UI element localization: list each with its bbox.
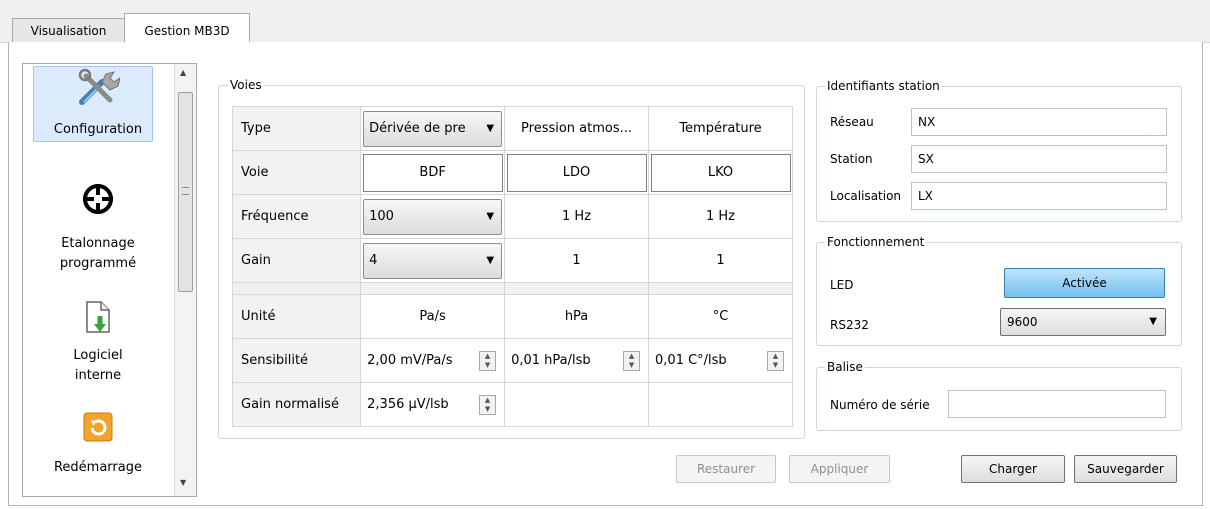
crosshair-icon [23,182,173,216]
row-header-unite: Unité [231,294,362,339]
type-cell-3: Température [648,106,793,151]
voies-table: Type Dérivée de pre ▼ Pression atmos... T… [231,106,793,427]
tools-icon [23,68,173,108]
numero-serie-label: Numéro de série [830,398,930,412]
tab-gestion-mb3d[interactable]: Gestion MB3D [124,13,250,43]
type-cell-2: Pression atmos... [504,106,650,151]
voie-field-2[interactable]: LDO [506,153,647,192]
unite-cell-2: hPa [504,294,650,339]
table-row-unite: Unité Pa/s hPa °C [231,294,793,339]
scroll-up-icon[interactable]: ▲ [180,68,186,77]
chevron-down-icon: ▼ [1149,316,1157,327]
nav-item-redemarrage[interactable]: Redémarrage [23,410,173,496]
nav-label-logiciel-1: Logiciel [73,348,123,363]
spin-arrows-icon[interactable]: ▲ ▼ [479,394,497,415]
nav-label-etalonnage-1: Etalonnage [61,236,135,251]
sensibilite-spinbox-2[interactable]: 0,01 hPa/lsb ▲ ▼ [505,340,648,382]
nav-label-etalonnage-2: programmé [59,256,137,271]
table-row-sensibilite: Sensibilité 2,00 mV/Pa/s ▲ ▼ 0,01 hPa/lsb ▲… [231,338,793,383]
table-row-type: Type Dérivée de pre ▼ Pression atmos... T… [231,106,793,151]
rs232-select[interactable]: 9600 ▼ [1000,308,1166,336]
spin-arrows-icon[interactable]: ▲ ▼ [767,350,784,371]
led-label: LED [830,278,854,292]
frequence-cell-3: 1 Hz [648,194,793,239]
row-header-gain: Gain [231,238,362,283]
reseau-label: Réseau [830,115,874,129]
chevron-down-icon: ▼ [486,210,495,222]
gain-combo-1[interactable]: 4 ▼ [363,242,503,279]
side-navigation: Configuration Etalonnage programmé Logic… [22,63,197,497]
led-activee-button[interactable]: Activée [1004,268,1165,298]
nav-item-configuration[interactable]: Configuration [23,66,173,142]
station-label: Station [830,152,873,166]
unite-cell-1: Pa/s [360,294,506,339]
sensibilite-spinbox-3[interactable]: 0,01 C°/lsb ▲ ▼ [649,340,792,382]
gain-cell-2: 1 [504,238,650,283]
chevron-down-icon: ▼ [486,254,495,266]
gain-cell-3: 1 [648,238,793,283]
sauvegarder-button[interactable]: Sauvegarder [1074,455,1177,483]
fonctionnement-title: Fonctionnement [825,235,927,249]
row-header-sensibilite: Sensibilité [231,338,362,383]
spin-arrows-icon[interactable]: ▲ ▼ [623,350,641,371]
row-header-voie: Voie [231,150,362,195]
table-row-gain-normalise: Gain normalisé 2,356 µV/lsb ▲ ▼ [231,382,793,427]
nav-label-redemarrage: Redémarrage [53,460,142,475]
spin-arrows-icon[interactable]: ▲ ▼ [479,350,497,371]
scroll-thumb[interactable] [178,92,193,292]
sensibilite-spinbox-1[interactable]: 2,00 mV/Pa/s ▲ ▼ [361,340,504,382]
chevron-down-icon: ▼ [486,122,495,134]
table-row-voie: Voie BDF LDO LKO [231,150,793,195]
row-header-type: Type [231,106,362,151]
table-row-gain: Gain 4 ▼ 1 1 [231,238,793,283]
unite-cell-3: °C [648,294,793,339]
frequence-cell-2: 1 Hz [504,194,650,239]
type-combo-1[interactable]: Dérivée de pre ▼ [363,110,503,147]
reseau-field[interactable]: NX [911,108,1167,136]
identifiants-title: Identifiants station [825,79,942,93]
localisation-field[interactable]: LX [911,182,1167,210]
localisation-label: Localisation [830,189,902,203]
appliquer-button[interactable]: Appliquer [789,455,890,483]
nav-label-logiciel-2: interne [74,368,122,383]
frequence-combo-1[interactable]: 100 ▼ [363,198,503,235]
voie-field-1[interactable]: BDF [362,153,503,192]
nav-scrollbar[interactable]: ▲ ▼ [174,64,196,496]
row-header-frequence: Fréquence [231,194,362,239]
nav-label-configuration: Configuration [53,122,143,137]
restart-icon [23,412,173,442]
voies-title: Voies [228,78,264,92]
station-field[interactable]: SX [911,145,1167,173]
restaurer-button[interactable]: Restaurer [676,455,776,483]
gain-normalise-spinbox-1[interactable]: 2,356 µV/lsb ▲ ▼ [361,384,504,426]
balise-title: Balise [825,360,865,374]
row-header-gain-normalise: Gain normalisé [231,382,362,427]
table-row-separator [231,282,793,295]
voie-field-3[interactable]: LKO [650,153,791,192]
rs232-label: RS232 [830,318,869,332]
table-row-frequence: Fréquence 100 ▼ 1 Hz 1 Hz [231,194,793,239]
charger-button[interactable]: Charger [961,455,1065,483]
nav-item-logiciel-interne[interactable]: Logiciel interne [23,298,173,398]
scroll-down-icon[interactable]: ▼ [180,478,186,487]
tab-visualisation[interactable]: Visualisation [12,18,125,42]
document-download-icon [23,300,173,334]
numero-serie-field[interactable] [948,390,1166,418]
nav-item-etalonnage[interactable]: Etalonnage programmé [23,174,173,284]
